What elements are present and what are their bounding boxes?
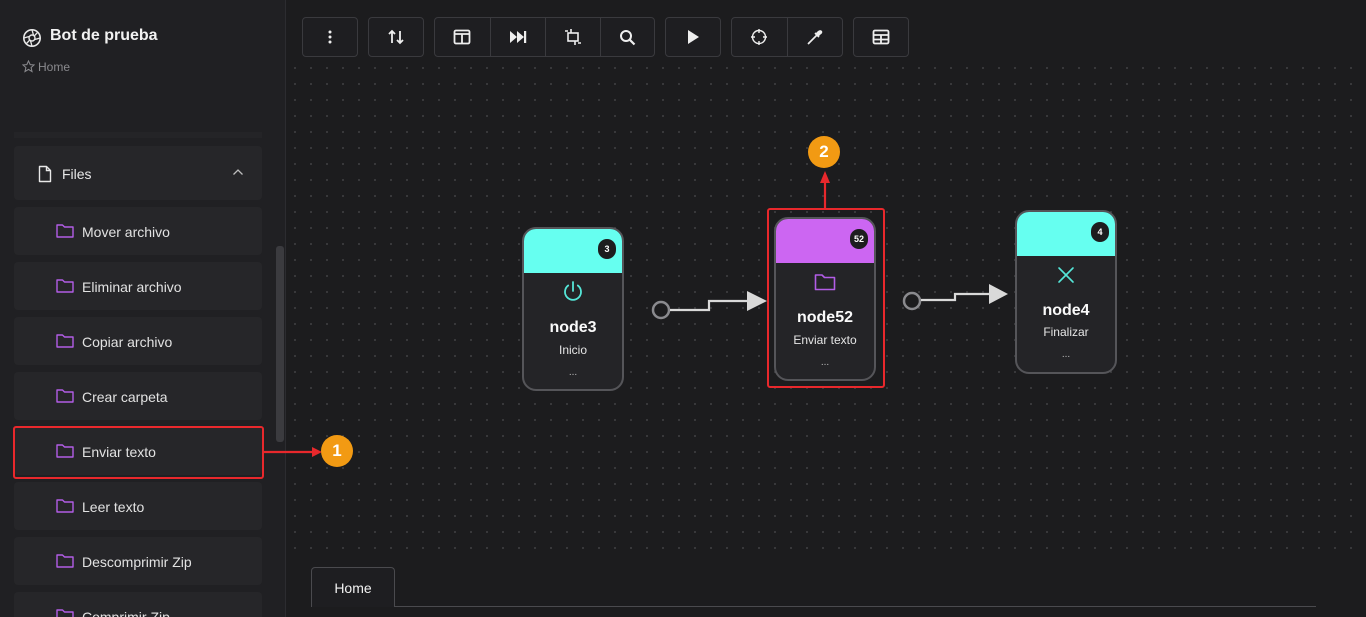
annotation-highlight-enviar-texto (13, 426, 264, 479)
tab-bar-line (394, 606, 1316, 607)
annotation-highlight-node52 (767, 208, 885, 388)
annotation-step-1: 1 (321, 435, 353, 467)
tab-home[interactable]: Home (311, 567, 395, 607)
tab-label: Home (334, 580, 372, 596)
flow-node-node4[interactable]: 4 node4 Finalizar ... (1015, 210, 1117, 374)
node-subtitle: Finalizar (1043, 325, 1089, 339)
node-subtitle: Inicio (558, 343, 587, 357)
annotation-arrow-2 (820, 171, 830, 208)
node-badge: 4 (1091, 222, 1109, 242)
flow-edges (264, 171, 1008, 457)
node-dots: ... (1061, 349, 1071, 360)
edge-node3-node52[interactable] (651, 291, 767, 320)
node-dots: ... (568, 367, 578, 378)
close-icon (1058, 267, 1074, 283)
annotation-arrow-1 (264, 447, 322, 457)
node-name: node4 (1042, 302, 1090, 319)
node-badge: 3 (598, 239, 616, 259)
flow-node-node3[interactable]: 3 node3 Inicio ... (522, 227, 624, 391)
annotation-step-2: 2 (808, 136, 840, 168)
node-name: node3 (549, 319, 597, 336)
power-icon (564, 281, 582, 301)
edge-node52-node4[interactable] (902, 284, 1008, 311)
